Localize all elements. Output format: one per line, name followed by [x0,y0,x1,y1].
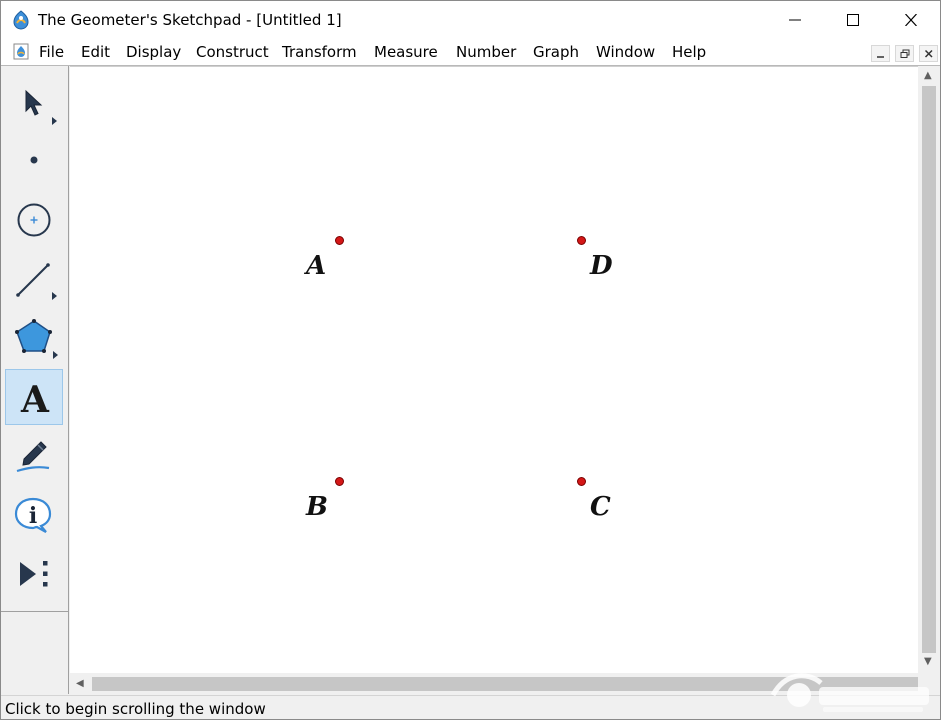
point-label-c[interactable]: C [590,494,611,520]
menu-transform[interactable]: Transform [282,43,357,61]
marker-tool[interactable] [5,428,63,484]
svg-text:i: i [29,503,37,529]
menu-number[interactable]: Number [456,43,516,61]
menu-window[interactable]: Window [596,43,655,61]
scroll-left-icon[interactable]: ◀ [76,678,84,689]
point-a[interactable] [335,236,344,245]
point-icon [30,156,38,164]
play-custom-tools-icon [20,561,48,587]
point-b[interactable] [335,477,344,486]
text-tool[interactable]: A [5,369,63,425]
document-restore-button[interactable] [895,45,914,62]
menu-graph[interactable]: Graph [533,43,579,61]
custom-tool[interactable] [5,546,63,602]
arrow-tool[interactable] [5,74,63,130]
menu-bar: File Edit Display Construct Transform Me… [1,39,940,65]
point-d[interactable] [577,236,586,245]
maximize-icon [847,14,859,26]
line-segment-icon [16,263,57,300]
menu-construct[interactable]: Construct [196,43,269,61]
toolbox-separator [1,611,68,612]
menu-help[interactable]: Help [672,43,706,61]
window-title: The Geometer's Sketchpad - [Untitled 1] [38,11,342,29]
svg-text:A: A [20,379,50,421]
point-c[interactable] [577,477,586,486]
maximize-button[interactable] [824,1,882,39]
close-icon [924,49,933,58]
info-icon: i [14,497,52,533]
document-icon[interactable] [13,43,29,60]
restore-icon [900,49,910,58]
minimize-icon [877,56,884,58]
information-tool[interactable]: i [5,487,63,543]
site-watermark-logo [770,673,929,712]
pentagon-icon [15,319,58,359]
document-minimize-button[interactable] [871,45,890,62]
title-bar[interactable]: The Geometer's Sketchpad - [Untitled 1] [1,1,940,39]
menu-edit[interactable]: Edit [81,43,110,61]
point-label-d[interactable]: D [590,253,613,279]
vertical-scrollbar[interactable]: ▲ ▼ [918,66,940,673]
menu-display[interactable]: Display [126,43,181,61]
point-tool[interactable] [5,132,63,188]
minimize-icon [789,19,801,21]
cursor-arrow-icon [25,89,57,125]
close-icon [905,14,917,26]
vertical-scroll-thumb[interactable] [922,86,936,653]
circle-icon [17,203,51,237]
point-label-a[interactable]: A [306,253,326,279]
menu-measure[interactable]: Measure [374,43,438,61]
letter-a-icon: A [20,379,50,421]
application-window: The Geometer's Sketchpad - [Untitled 1] … [0,0,941,720]
toolbox: A i [1,66,69,694]
polygon-tool[interactable] [5,312,63,368]
sketch-canvas[interactable]: A D B C [70,66,918,673]
point-label-b[interactable]: B [306,494,328,520]
document-close-button[interactable] [919,45,938,62]
straightedge-tool[interactable] [5,252,63,308]
sketchpad-app-icon [13,10,29,30]
menu-file[interactable]: File [39,43,64,61]
compass-tool[interactable] [5,192,63,248]
minimize-button[interactable] [766,1,824,39]
scroll-up-icon[interactable]: ▲ [924,70,932,81]
close-button[interactable] [882,1,940,39]
status-text: Click to begin scrolling the window [5,700,266,718]
marker-pen-icon [16,441,50,473]
